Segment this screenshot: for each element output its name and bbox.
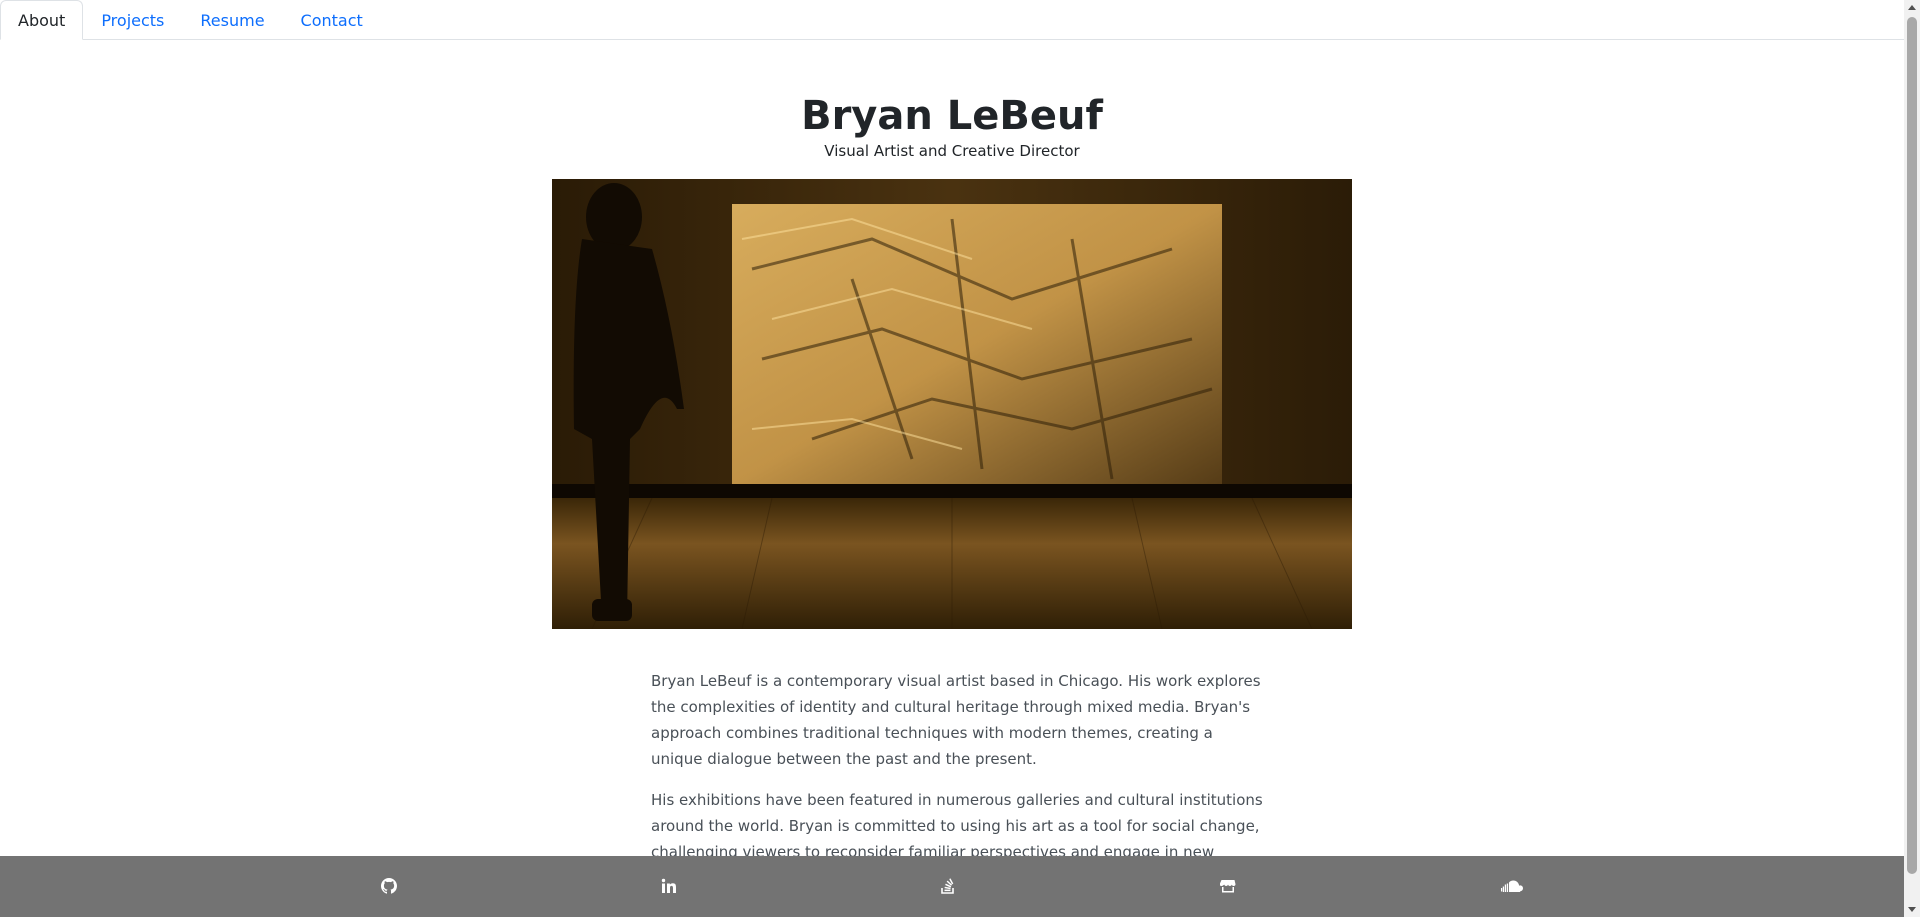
artist-name: Bryan LeBeuf (801, 93, 1103, 139)
artist-subtitle: Visual Artist and Creative Director (824, 142, 1080, 160)
scroll-up-icon[interactable] (1904, 0, 1920, 16)
nav-tabs: About Projects Resume Contact (0, 0, 1904, 40)
tab-resume[interactable]: Resume (182, 0, 282, 40)
store-icon[interactable] (1217, 875, 1239, 897)
scroll-thumb[interactable] (1907, 17, 1917, 874)
scroll-down-icon[interactable] (1904, 901, 1920, 917)
vertical-scrollbar[interactable] (1904, 0, 1920, 917)
footer (0, 856, 1904, 917)
stack-overflow-icon[interactable] (937, 875, 959, 897)
linkedin-icon[interactable] (658, 875, 680, 897)
tab-about[interactable]: About (0, 0, 84, 40)
page: About Projects Resume Contact Bryan LeBe… (0, 0, 1920, 917)
tab-contact[interactable]: Contact (283, 0, 381, 40)
hero-image (552, 179, 1352, 629)
github-icon[interactable] (378, 875, 400, 897)
bio-paragraph: Bryan LeBeuf is a contemporary visual ar… (651, 672, 1261, 768)
tab-projects[interactable]: Projects (83, 0, 182, 40)
soundcloud-icon[interactable] (1501, 875, 1523, 897)
